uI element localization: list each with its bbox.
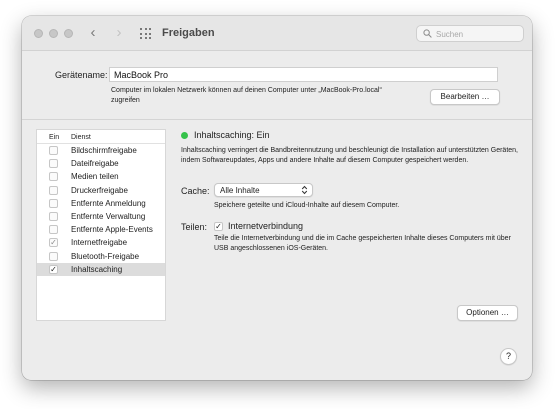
- service-label: Inhaltscaching: [71, 264, 123, 274]
- computer-name-field[interactable]: [109, 67, 498, 82]
- close-window-button[interactable]: [34, 29, 43, 38]
- service-row[interactable]: Bildschirmfreigabe: [37, 144, 165, 157]
- up-down-arrows-icon: [301, 185, 308, 195]
- column-header-on[interactable]: Ein: [49, 134, 59, 141]
- edit-name-button[interactable]: Bearbeiten …: [430, 89, 500, 105]
- service-checkbox[interactable]: [49, 146, 58, 155]
- divider: [22, 119, 532, 120]
- service-row[interactable]: Dateifreigabe: [37, 157, 165, 170]
- search-field[interactable]: [416, 25, 524, 42]
- service-row[interactable]: Bluetooth-Freigabe: [37, 250, 165, 263]
- service-row[interactable]: Entfernte Verwaltung: [37, 210, 165, 223]
- service-checkbox[interactable]: [49, 172, 58, 182]
- service-checkbox[interactable]: ✓: [49, 264, 58, 274]
- grid-icon[interactable]: [140, 28, 152, 40]
- service-label: Bluetooth-Freigabe: [71, 251, 140, 261]
- cache-popup-button[interactable]: Alle Inhalte: [214, 183, 313, 197]
- service-row[interactable]: Medien teilen: [37, 170, 165, 183]
- service-label: Druckerfreigabe: [71, 185, 128, 195]
- cache-description: Speichere geteilte und iCloud-Inhalte au…: [214, 202, 400, 209]
- toolbar: ‹ › Freigaben: [22, 16, 532, 51]
- status-indicator-dot: [181, 132, 188, 139]
- service-checkbox[interactable]: [49, 212, 58, 221]
- service-label: Medien teilen: [71, 172, 119, 182]
- service-label: Dateifreigabe: [71, 159, 119, 169]
- preferences-window: ‹ › Freigaben Gerätename: Computer im lo…: [22, 16, 532, 380]
- service-label: Internetfreigabe: [71, 238, 128, 248]
- column-header-service[interactable]: Dienst: [71, 134, 91, 141]
- service-checkbox[interactable]: ✓: [49, 238, 58, 248]
- service-row[interactable]: ✓ Inhaltscaching: [37, 262, 165, 276]
- zoom-window-button[interactable]: [64, 29, 73, 38]
- share-description: Teile die Internetverbindung und die im …: [214, 235, 511, 252]
- service-checkbox[interactable]: [49, 198, 58, 208]
- service-label: Bildschirmfreigabe: [71, 146, 137, 155]
- chevron-right-icon[interactable]: ›: [111, 25, 127, 41]
- internet-connection-label[interactable]: Internetverbindung: [228, 221, 303, 231]
- search-icon: [423, 29, 432, 38]
- help-button[interactable]: ?: [500, 348, 517, 365]
- search-input[interactable]: [436, 28, 520, 40]
- services-list-header: Ein Dienst: [37, 130, 165, 144]
- service-description: Inhaltscaching verringert die Bandbreite…: [181, 147, 518, 164]
- cache-selected-value: Alle Inhalte: [220, 186, 260, 195]
- service-label: Entfernte Verwaltung: [71, 212, 146, 221]
- service-row[interactable]: Entfernte Anmeldung: [37, 197, 165, 210]
- chevron-left-icon[interactable]: ‹: [85, 25, 101, 41]
- service-checkbox[interactable]: [49, 185, 58, 195]
- service-checkbox[interactable]: [49, 159, 58, 169]
- internet-connection-checkbox[interactable]: ✓: [214, 222, 223, 231]
- service-row[interactable]: Entfernte Apple-Events: [37, 223, 165, 236]
- service-checkbox[interactable]: [49, 251, 58, 261]
- service-label: Entfernte Apple-Events: [71, 225, 153, 235]
- options-button[interactable]: Optionen …: [457, 305, 518, 321]
- window-title: Freigaben: [162, 27, 215, 39]
- service-label: Entfernte Anmeldung: [71, 198, 146, 208]
- service-status: Inhaltscaching: Ein: [194, 130, 270, 140]
- computer-name-description: Computer im lokalen Netzwerk können auf …: [111, 87, 382, 104]
- computer-name-label: Gerätename:: [55, 70, 108, 80]
- services-list: Ein Dienst Bildschirmfreigabe Dateifreiga…: [36, 129, 166, 321]
- service-checkbox[interactable]: [49, 225, 58, 235]
- share-label: Teilen:: [181, 222, 208, 232]
- cache-label: Cache:: [181, 186, 210, 196]
- service-row[interactable]: Druckerfreigabe: [37, 184, 165, 197]
- service-row[interactable]: ✓ Internetfreigabe: [37, 236, 165, 249]
- minimize-window-button[interactable]: [49, 29, 58, 38]
